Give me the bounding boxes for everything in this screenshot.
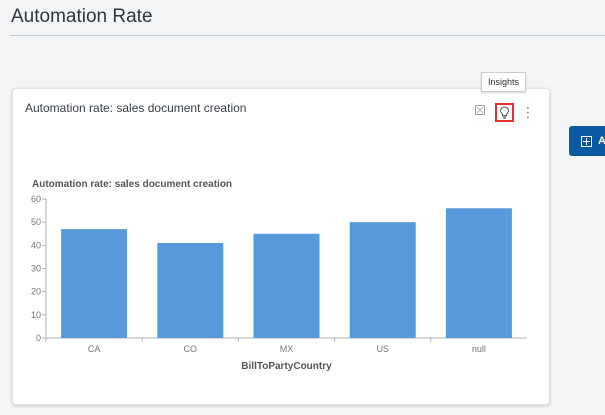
x-tick-label: MX <box>280 344 294 354</box>
y-tick-label: 20 <box>31 287 41 297</box>
x-tick-label: null <box>472 344 486 354</box>
bar <box>157 243 224 338</box>
x-tick-label: CA <box>88 344 101 354</box>
bar-chart: Automation rate: sales document creation… <box>31 179 527 372</box>
x-tick-label: CO <box>184 344 198 354</box>
plus-box-icon <box>581 135 592 147</box>
bar <box>61 229 128 338</box>
y-tick-label: 50 <box>31 217 41 227</box>
y-tick-label: 10 <box>31 310 41 320</box>
insights-tooltip: Insights <box>481 72 526 92</box>
page-title: Automation Rate <box>11 6 153 27</box>
bar <box>445 208 512 338</box>
chart-card: Automation rate: sales document creation… <box>12 88 550 405</box>
title-divider <box>10 35 605 36</box>
add-button-label: A <box>598 135 605 147</box>
x-axis-label: BillToPartyCountry <box>241 361 332 372</box>
y-tick-label: 30 <box>31 264 41 274</box>
chart-title: Automation rate: sales document creation <box>32 179 232 190</box>
y-tick-label: 60 <box>31 194 41 204</box>
bar <box>253 233 320 338</box>
y-tick-label: 40 <box>31 240 41 250</box>
bar <box>349 222 416 338</box>
x-tick-label: US <box>376 344 389 354</box>
add-button[interactable]: A <box>569 126 605 156</box>
y-tick-label: 0 <box>36 333 41 343</box>
